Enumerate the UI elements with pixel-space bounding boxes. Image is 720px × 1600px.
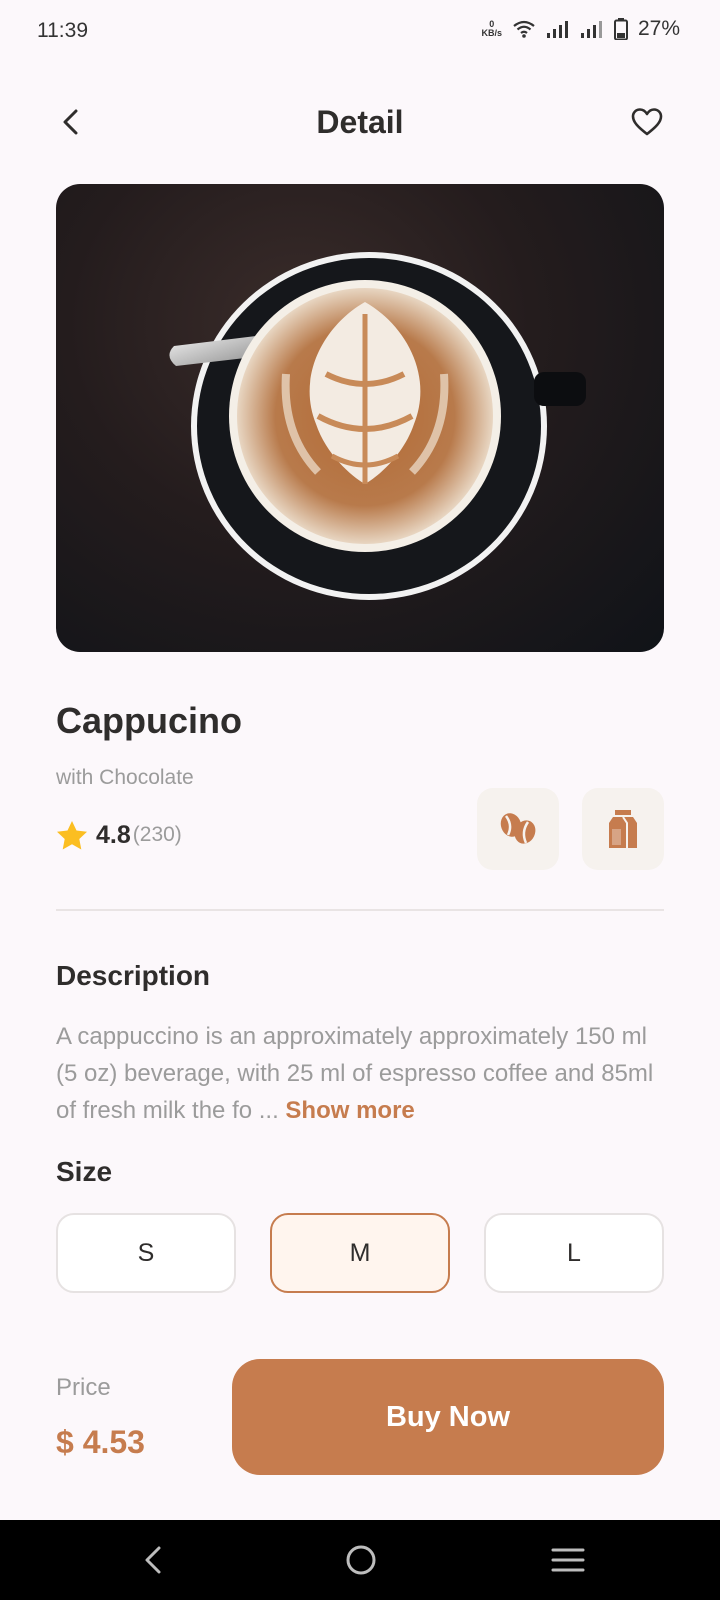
cappuccino-photo <box>169 252 586 600</box>
product-name: Cappucino <box>56 700 242 741</box>
size-option-l[interactable]: L <box>484 1213 664 1293</box>
app-header: Detail <box>0 92 720 152</box>
price-label: Price <box>56 1374 111 1401</box>
buy-now-button[interactable]: Buy Now <box>232 1359 664 1475</box>
status-time: 11:39 <box>37 19 88 42</box>
signal-icon-2 <box>580 21 602 38</box>
product-rating: 4.8 (230) <box>56 820 182 850</box>
divider <box>56 909 664 911</box>
status-bar: 11:39 0 KB/s 27% <box>0 0 720 62</box>
status-icons: 0 KB/s 27% <box>481 17 680 41</box>
net-speed: 0 KB/s <box>481 20 502 38</box>
description-text: A cappuccino is an approximately approxi… <box>56 1018 668 1129</box>
wifi-icon <box>513 20 535 38</box>
battery-level: 27% <box>637 17 680 40</box>
signal-icon <box>546 21 568 38</box>
size-option-s[interactable]: S <box>56 1213 236 1293</box>
page-title: Detail <box>316 104 404 140</box>
net-speed-unit: KB/s <box>481 28 502 38</box>
feature-coffee-bean <box>477 788 559 870</box>
battery-icon <box>613 18 628 40</box>
nav-home-icon[interactable] <box>341 1540 381 1580</box>
coffee-bean-icon <box>500 813 536 844</box>
milk-carton-icon <box>609 810 637 848</box>
product-image <box>56 184 664 652</box>
description-title: Description <box>56 960 211 991</box>
product-subtitle: with Chocolate <box>56 766 194 789</box>
nav-menu-icon[interactable] <box>548 1540 588 1580</box>
nav-back-icon[interactable] <box>134 1540 174 1580</box>
system-nav-bar <box>0 1520 720 1600</box>
price-value: $ 4.53 <box>56 1424 145 1460</box>
show-more-link[interactable]: Show more <box>285 1097 414 1124</box>
star-icon <box>57 821 87 850</box>
rating-score: 4.8 <box>96 820 131 849</box>
rating-count: (230) <box>132 823 182 846</box>
size-option-m[interactable]: M <box>270 1213 450 1293</box>
favorite-button[interactable] <box>630 106 664 138</box>
feature-milk <box>582 788 664 870</box>
size-title: Size <box>56 1156 113 1187</box>
